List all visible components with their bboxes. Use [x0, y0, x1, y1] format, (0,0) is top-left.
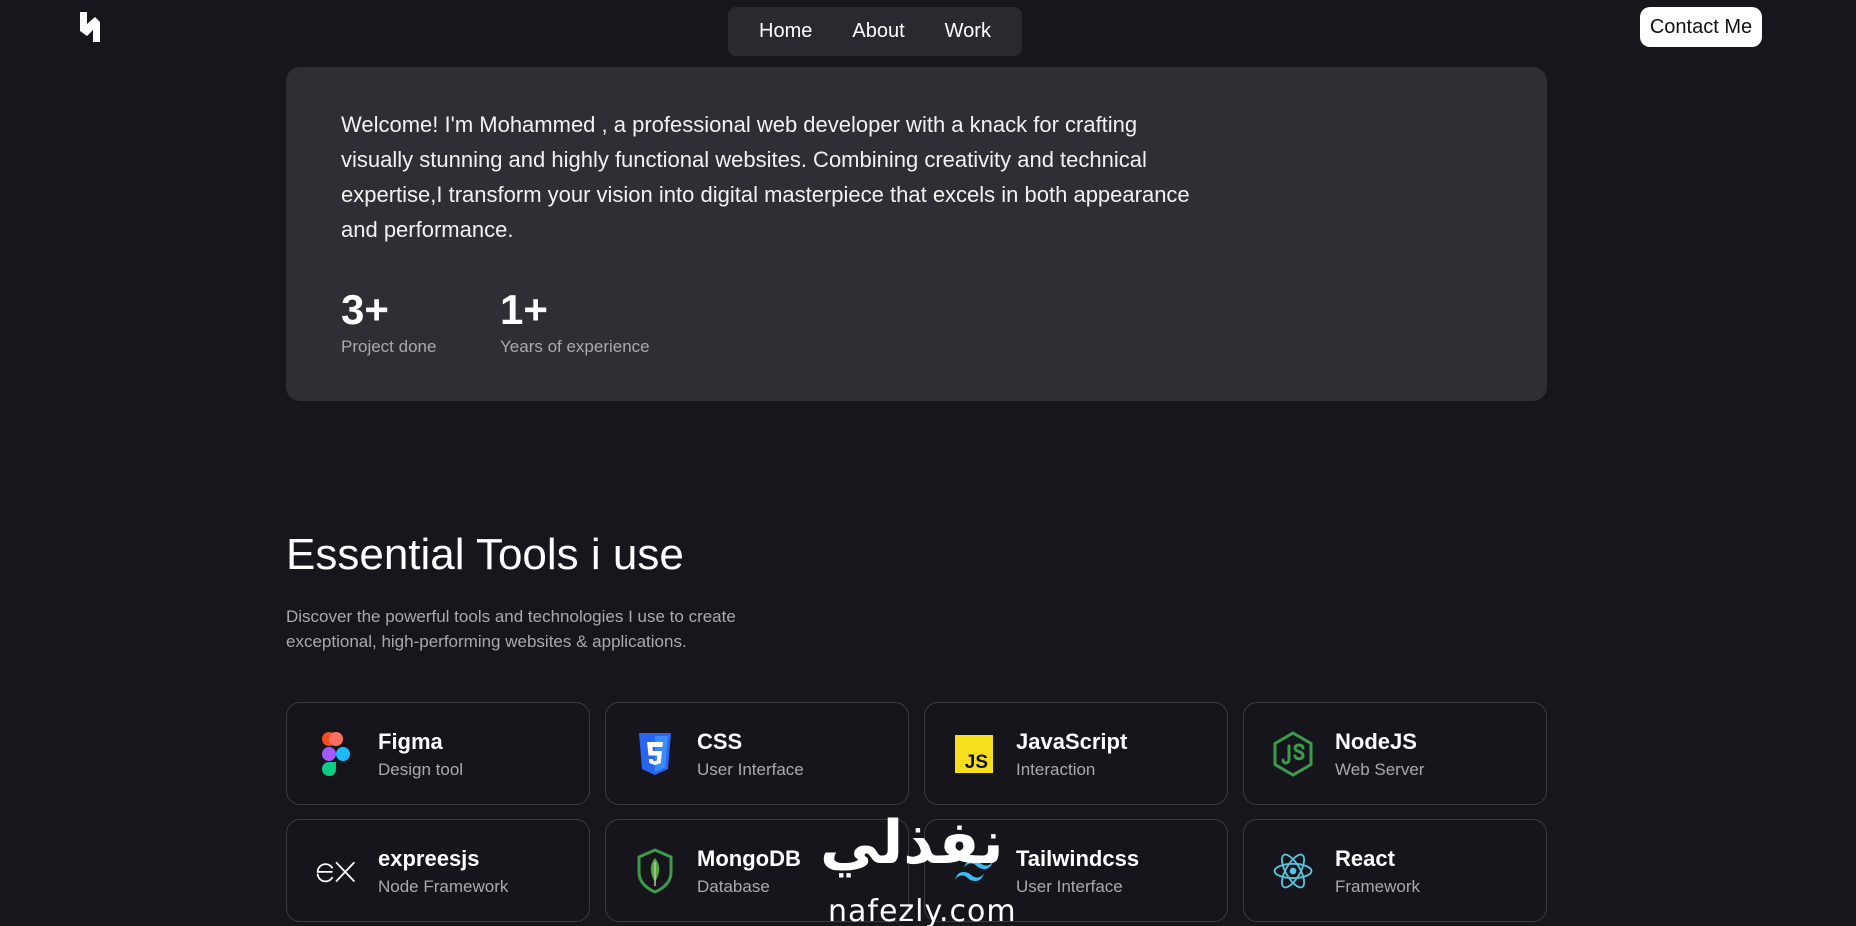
- tailwindcss-icon: [953, 847, 995, 895]
- tool-name: CSS: [697, 728, 743, 754]
- tool-card-javascript[interactable]: JS JavaScript Interaction: [924, 702, 1228, 805]
- figma-icon: [315, 730, 357, 778]
- stat-projects-label: Project done: [341, 337, 437, 356]
- expressjs-icon: [315, 847, 357, 895]
- tool-card-nodejs[interactable]: NodeJS Web Server: [1243, 702, 1547, 805]
- tool-desc: Framework: [1335, 876, 1421, 896]
- tool-name: Tailwindcss: [1016, 845, 1140, 871]
- stat-experience-value: 1+: [500, 286, 548, 333]
- svg-text:JS: JS: [965, 752, 988, 773]
- javascript-icon: JS: [953, 730, 995, 778]
- nav-about[interactable]: About: [852, 20, 904, 43]
- tool-card-css[interactable]: CSS User Interface: [605, 702, 909, 805]
- main-nav: Home About Work: [728, 7, 1022, 56]
- stat-projects: 3+ Project done: [341, 287, 436, 357]
- react-icon: [1272, 847, 1314, 895]
- contact-me-button[interactable]: Contact Me: [1640, 7, 1762, 47]
- tool-card-expressjs[interactable]: expreesjs Node Framework: [286, 819, 590, 922]
- tool-card-mongodb[interactable]: MongoDB Database: [605, 819, 909, 922]
- hero-card: Welcome! I'm Mohammed , a professional w…: [286, 67, 1547, 401]
- tool-name: React: [1335, 845, 1395, 871]
- tool-name: JavaScript: [1016, 728, 1128, 754]
- tools-grid: Figma Design tool CSS User Interface JS …: [286, 702, 1547, 922]
- stat-experience: 1+ Years of experience: [500, 287, 650, 357]
- css-icon: [634, 730, 676, 778]
- tools-subtitle: Discover the powerful tools and technolo…: [286, 607, 736, 651]
- tool-desc: Interaction: [1016, 759, 1096, 779]
- brand-logo-icon[interactable]: [78, 10, 102, 44]
- mongodb-icon: [634, 847, 676, 895]
- tool-desc: Web Server: [1335, 759, 1425, 779]
- tool-card-figma[interactable]: Figma Design tool: [286, 702, 590, 805]
- tool-desc: User Interface: [1016, 876, 1123, 896]
- tool-card-tailwindcss[interactable]: Tailwindcss User Interface: [924, 819, 1228, 922]
- tool-name: expreesjs: [378, 845, 480, 871]
- tool-desc: Database: [697, 876, 770, 896]
- tool-name: MongoDB: [697, 845, 801, 871]
- tool-desc: Node Framework: [378, 876, 509, 896]
- nav-home[interactable]: Home: [759, 20, 812, 43]
- nodejs-icon: [1272, 730, 1314, 778]
- tool-name: NodeJS: [1335, 728, 1417, 754]
- hero-intro-text: Welcome! I'm Mohammed , a professional w…: [341, 112, 1190, 242]
- tool-name: Figma: [378, 728, 443, 754]
- stat-projects-value: 3+: [341, 286, 389, 333]
- tool-desc: Design tool: [378, 759, 464, 779]
- tool-desc: User Interface: [697, 759, 804, 779]
- nav-work[interactable]: Work: [945, 20, 991, 43]
- tools-title: Essential Tools i use: [286, 530, 684, 579]
- tool-card-react[interactable]: React Framework: [1243, 819, 1547, 922]
- stat-experience-label: Years of experience: [500, 337, 650, 356]
